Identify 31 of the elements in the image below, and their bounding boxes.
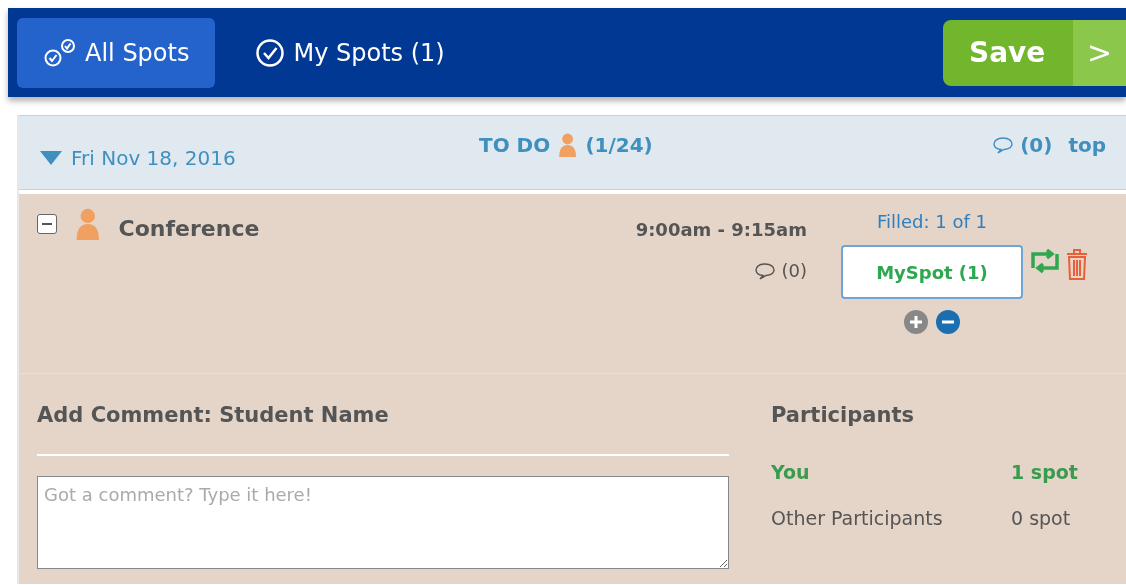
slot-time: 9:00am - 9:15am xyxy=(635,218,807,242)
comment-icon xyxy=(992,136,1015,154)
collapse-triangle-icon[interactable] xyxy=(39,150,63,166)
participant-name: You xyxy=(771,459,811,485)
minus-icon[interactable] xyxy=(935,309,961,335)
participants-title: Participants xyxy=(771,402,915,429)
event-date: Fri Nov 18, 2016 xyxy=(71,145,236,172)
comment-field[interactable]: Got a comment? Type it here! xyxy=(37,475,729,569)
comment-count: (0) xyxy=(781,259,807,283)
swap-icon[interactable] xyxy=(1029,248,1061,274)
save-button[interactable]: Save > xyxy=(943,19,1126,86)
comment-count: (0) xyxy=(1020,132,1053,159)
participant-spots: 1 spot xyxy=(1011,459,1078,485)
slot-title: Conference xyxy=(118,215,260,243)
check-circle-icon xyxy=(255,37,286,68)
participant-name: Other Participants xyxy=(771,506,944,531)
person-icon xyxy=(75,208,101,240)
comment-form-title: Add Comment: Student Name xyxy=(37,400,729,456)
comment-icon xyxy=(753,261,776,280)
plus-icon[interactable] xyxy=(903,309,929,335)
collapse-toggle[interactable] xyxy=(37,214,57,234)
todo-count: (1/24) xyxy=(585,132,653,159)
myspot-button[interactable]: MySpot (1) xyxy=(841,245,1023,299)
trash-icon[interactable] xyxy=(1065,248,1089,280)
top-link[interactable]: top xyxy=(1068,130,1106,160)
tab[interactable]: My Spots (1) xyxy=(229,17,471,88)
filled-count: Filled: 1 of 1 xyxy=(877,210,987,234)
tab[interactable]: All Spots xyxy=(17,17,216,88)
participant-spots: 0 spot xyxy=(1011,506,1071,531)
person-icon xyxy=(558,133,578,157)
todo-label: TO DO xyxy=(479,132,551,159)
